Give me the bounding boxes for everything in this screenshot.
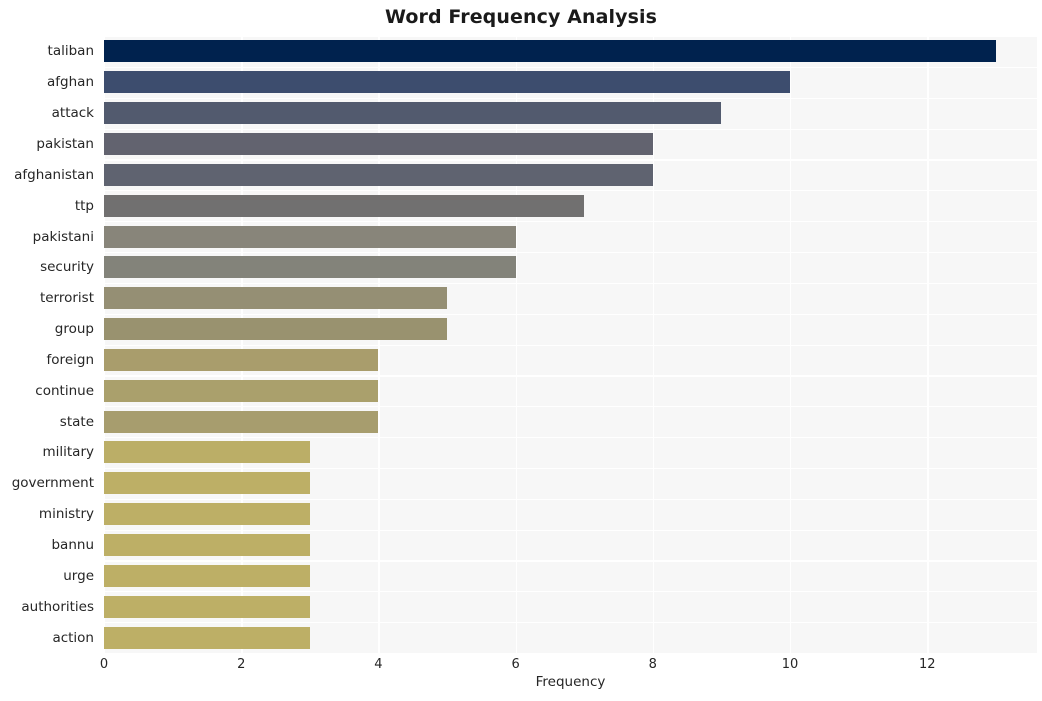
- y-axis-tick-labels: taliban afghan attack pakistan afghanistan tt…: [0, 36, 1042, 653]
- x-tick-label-10: 10: [781, 657, 799, 672]
- x-tick-label-4: 4: [374, 657, 383, 672]
- chart-title: Word Frequency Analysis: [384, 6, 658, 28]
- y-tick-label-foreign: foreign: [46, 351, 94, 368]
- y-tick-label-taliban: taliban: [47, 43, 94, 60]
- y-tick-label-state: state: [59, 413, 94, 430]
- x-tick-label-0: 0: [99, 657, 109, 672]
- y-tick-label-government: government: [11, 475, 94, 492]
- y-tick-label-bannu: bannu: [51, 537, 94, 554]
- x-tick-label-8: 8: [648, 657, 657, 672]
- y-tick-label-ministry: ministry: [38, 506, 94, 523]
- y-tick-label-pakistani: pakistani: [32, 228, 94, 245]
- x-axis-label: Frequency: [535, 674, 606, 690]
- y-tick-label-authorities: authorities: [21, 598, 94, 615]
- y-tick-label-attack: attack: [51, 105, 94, 122]
- y-tick-label-terrorist: terrorist: [39, 290, 94, 307]
- y-tick-label-military: military: [42, 444, 94, 461]
- y-tick-label-pakistan: pakistan: [36, 135, 94, 152]
- y-tick-label-action: action: [52, 629, 94, 646]
- y-tick-label-afghan: afghan: [47, 74, 94, 91]
- y-tick-label-security: security: [40, 259, 94, 276]
- y-tick-label-ttp: ttp: [74, 197, 94, 214]
- y-tick-label-afghanistan: afghanistan: [14, 166, 94, 183]
- x-tick-label-6: 6: [511, 657, 520, 672]
- y-tick-label-urge: urge: [63, 567, 94, 584]
- x-tick-label-2: 2: [237, 657, 246, 672]
- x-tick-label-12: 12: [918, 657, 936, 672]
- word-frequency-chart-figure: Word Frequency Analysis taliban afghan att…: [0, 0, 1042, 701]
- y-tick-label-group: group: [54, 321, 94, 338]
- y-tick-label-continue: continue: [35, 382, 94, 399]
